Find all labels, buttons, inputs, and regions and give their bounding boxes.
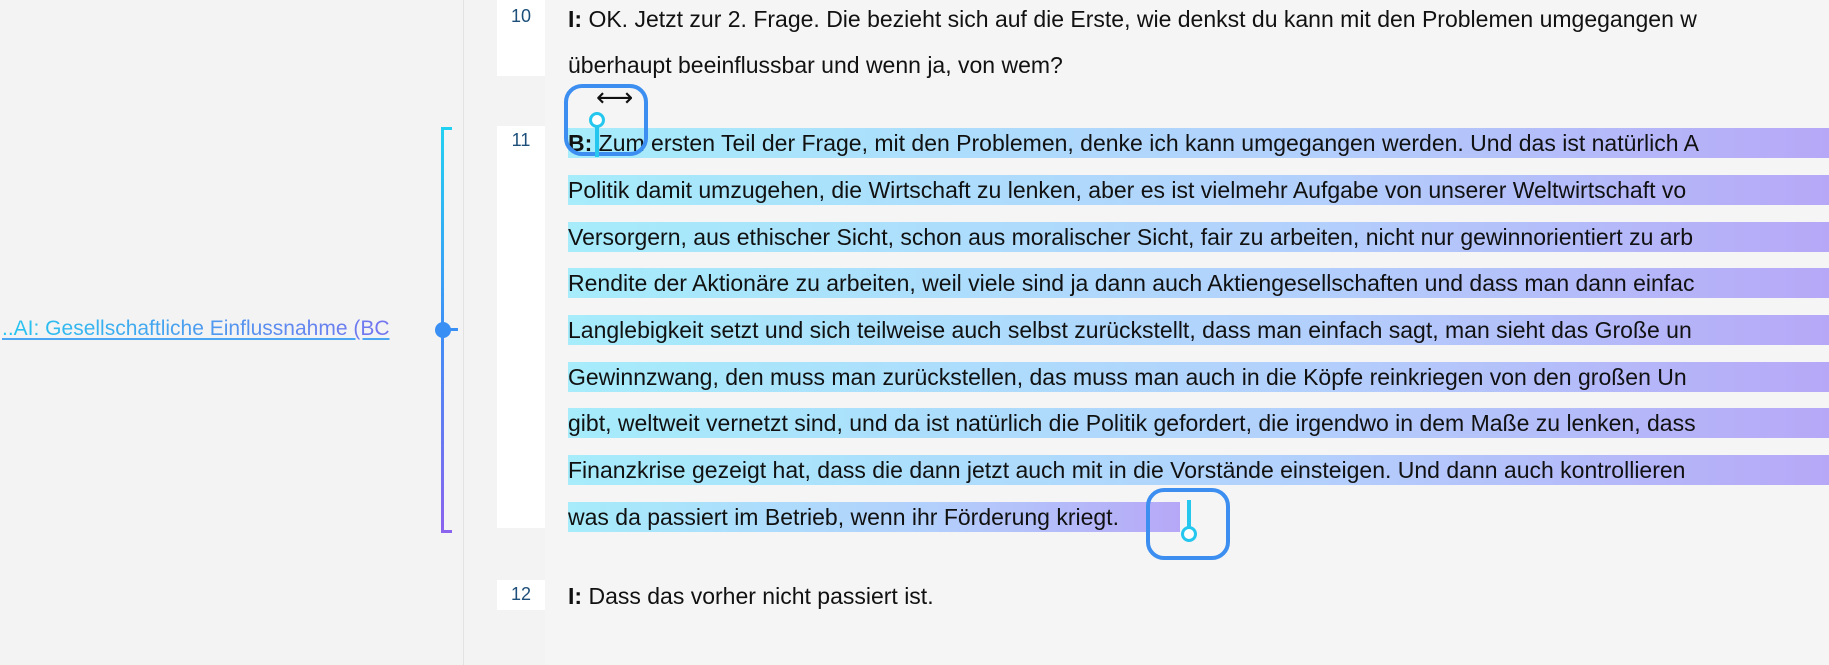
code-stripe-dot[interactable] bbox=[435, 322, 451, 338]
paragraph-text: überhaupt beeinflussbar und wenn ja, von… bbox=[568, 52, 1063, 78]
gutter-block-11 bbox=[497, 126, 545, 528]
paragraph-11-line[interactable]: B: Zum ersten Teil der Frage, mit den Pr… bbox=[568, 129, 1699, 157]
paragraph-11-line[interactable]: was da passiert im Betrieb, wenn ihr För… bbox=[568, 503, 1119, 531]
paragraph-text: Zum ersten Teil der Frage, mit den Probl… bbox=[598, 130, 1700, 156]
selection-start-handle-icon[interactable] bbox=[589, 112, 605, 128]
paragraph-12-line[interactable]: I: Dass das vorher nicht passiert ist. bbox=[568, 582, 934, 610]
paragraph-10-line[interactable]: I: OK. Jetzt zur 2. Frage. Die bezieht s… bbox=[568, 5, 1697, 33]
code-panel: ..AI: Gesellschaftliche Einflussnahme (B… bbox=[0, 0, 464, 665]
paragraph-text: was da passiert im Betrieb, wenn ihr För… bbox=[568, 504, 1119, 530]
paragraph-text: Gewinnzwang, den muss man zurückstellen,… bbox=[568, 364, 1687, 390]
line-number-11[interactable]: 11 bbox=[497, 130, 545, 151]
paragraph-11-line[interactable]: Politik damit umzugehen, die Wirtschaft … bbox=[568, 176, 1686, 204]
paragraph-text: gibt, weltweit vernetzt sind, und da ist… bbox=[568, 410, 1696, 436]
paragraph-text: Politik damit umzugehen, die Wirtschaft … bbox=[568, 177, 1687, 203]
paragraph-11-line[interactable]: Langlebigkeit setzt und sich teilweise a… bbox=[568, 316, 1692, 344]
code-label-link[interactable]: ..AI: Gesellschaftliche Einflussnahme (B… bbox=[2, 316, 430, 342]
paragraph-11-line[interactable]: Rendite der Aktionäre zu arbeiten, weil … bbox=[568, 269, 1694, 297]
paragraph-text: Versorgern, aus ethischer Sicht, schon a… bbox=[568, 224, 1694, 250]
selection-end-handle-icon[interactable] bbox=[1181, 526, 1197, 542]
paragraph-11-line[interactable]: Gewinnzwang, den muss man zurückstellen,… bbox=[568, 363, 1687, 391]
selection-start-caret bbox=[595, 127, 599, 157]
paragraph-11-line[interactable]: gibt, weltweit vernetzt sind, und da ist… bbox=[568, 409, 1696, 437]
paragraph-text: Finanzkrise gezeigt hat, dass die dann j… bbox=[568, 457, 1686, 483]
paragraph-11-line[interactable]: Finanzkrise gezeigt hat, dass die dann j… bbox=[568, 456, 1685, 484]
paragraph-text: OK. Jetzt zur 2. Frage. Die bezieht sich… bbox=[588, 6, 1697, 32]
horizontal-resize-cursor-icon: ⟷ bbox=[596, 82, 634, 112]
line-number-12[interactable]: 12 bbox=[497, 584, 545, 605]
paragraph-text: Langlebigkeit setzt und sich teilweise a… bbox=[568, 317, 1692, 343]
line-number-10[interactable]: 10 bbox=[497, 6, 545, 27]
speaker-label: I: bbox=[568, 583, 583, 609]
paragraph-11-line[interactable]: Versorgern, aus ethischer Sicht, schon a… bbox=[568, 223, 1693, 251]
paragraph-text: Dass das vorher nicht passiert ist. bbox=[588, 583, 934, 609]
paragraph-10-line[interactable]: überhaupt beeinflussbar und wenn ja, von… bbox=[568, 51, 1063, 79]
speaker-label: I: bbox=[568, 6, 583, 32]
paragraph-text: Rendite der Aktionäre zu arbeiten, weil … bbox=[568, 270, 1695, 296]
